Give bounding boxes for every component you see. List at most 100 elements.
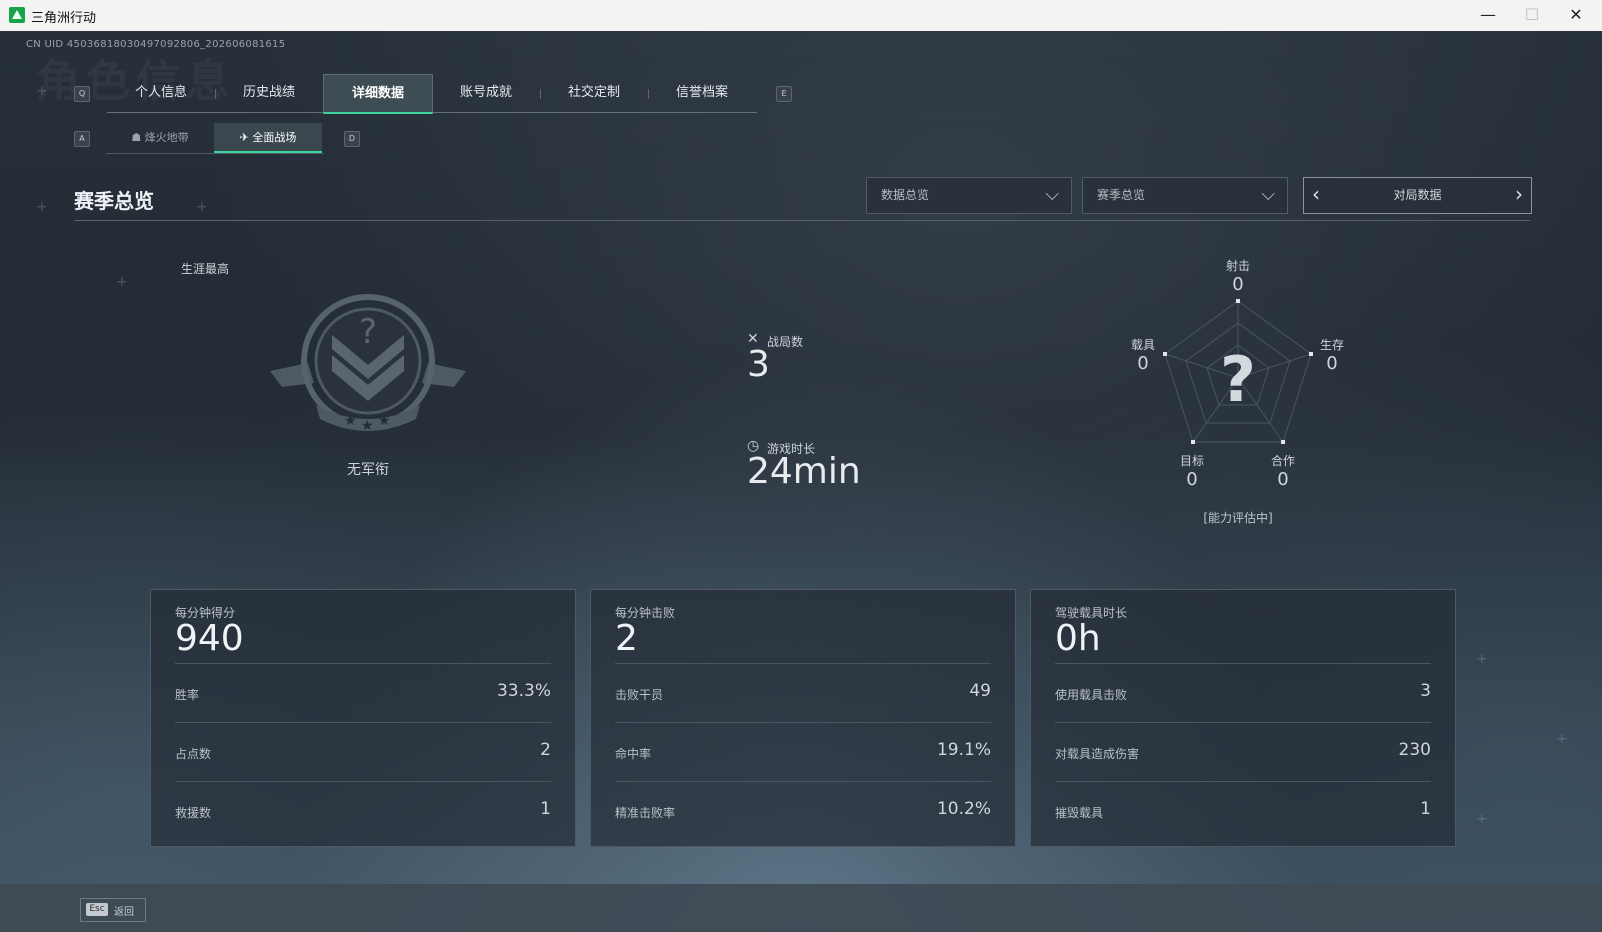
- radar-value-survival: 0: [1326, 353, 1338, 374]
- tab-credit-record[interactable]: 信誉档案: [648, 74, 756, 112]
- playtime-value: 24min: [747, 451, 861, 492]
- minimize-button[interactable]: —: [1474, 4, 1502, 26]
- uid-text: CN UID 4503681803049709​2806_20260608161…: [26, 39, 286, 50]
- chevron-down-icon: ⌵: [1045, 184, 1059, 205]
- card-head-value: 0h: [1055, 618, 1101, 659]
- stat-row: 摧毁载具 1: [1055, 781, 1431, 841]
- tab-personal-info[interactable]: 个人信息: [107, 74, 215, 112]
- tab-social[interactable]: 社交定制: [540, 74, 648, 112]
- svg-text:?: ?: [359, 312, 377, 352]
- card-head-value: 940: [175, 618, 244, 659]
- kills-stats-card: 每分钟击败 2 击败干员 49 命中率 19.1% 精准击败率 10.2%: [590, 589, 1016, 847]
- decor-plus-icon: +: [36, 199, 48, 215]
- footer-bar: Esc 返回: [0, 884, 1602, 932]
- stat-row-label: 摧毁载具: [1055, 806, 1104, 820]
- stat-row-label: 对载具造成伤害: [1055, 747, 1140, 761]
- radar-value-shooting: 0: [1232, 274, 1244, 295]
- stat-row: 胜率 33.3%: [175, 663, 551, 723]
- stat-row-label: 救援数: [175, 806, 212, 820]
- stat-row-value: 49: [969, 681, 991, 701]
- stat-row-value: 1: [1420, 799, 1431, 819]
- radar-label-vehicle: 载具: [1130, 338, 1155, 352]
- stat-row: 占点数 2: [175, 722, 551, 782]
- stat-row-value: 1: [540, 799, 551, 819]
- score-stats-card: 每分钟得分 940 胜率 33.3% 占点数 2 救援数 1: [150, 589, 576, 847]
- decor-plus-icon: +: [196, 199, 208, 215]
- radar-value-teamwork: 0: [1277, 469, 1289, 490]
- radar-value-objective: 0: [1186, 469, 1198, 490]
- stat-row: 对载具造成伤害 230: [1055, 722, 1431, 782]
- section-title: 赛季总览: [74, 189, 154, 213]
- radar-label-shooting: 射击: [1225, 259, 1250, 273]
- radar-center-mark: ?: [1220, 343, 1256, 416]
- rank-emblem-icon: ? ★ ★ ★: [268, 293, 468, 447]
- stat-row-label: 精准击败率: [615, 806, 676, 820]
- matches-label: 战局数: [767, 335, 804, 349]
- dropdown-label: 数据总览: [881, 188, 930, 202]
- match-data-pager: ‹ 对局数据 ›: [1303, 177, 1532, 214]
- game-window: 角色信息 CN UID 4503681803049709​2806_202606…: [0, 31, 1602, 932]
- stat-row-label: 击败干员: [615, 688, 664, 702]
- stat-row-value: 230: [1398, 740, 1431, 760]
- card-head-value: 2: [615, 618, 638, 659]
- stat-row-value: 19.1%: [936, 740, 991, 760]
- radar-value-vehicle: 0: [1137, 353, 1149, 374]
- tab-match-history[interactable]: 历史战绩: [215, 74, 323, 112]
- rank-name: 无军衔: [347, 462, 389, 478]
- radar-label-objective: 目标: [1179, 454, 1204, 468]
- stat-row: 精准击败率 10.2%: [615, 781, 991, 841]
- career-high-label: 生涯最高: [181, 262, 230, 276]
- vehicle-stats-card: 驾驶载具时长 0h 使用载具击败 3 对载具造成伤害 230 摧毁载具 1: [1030, 589, 1456, 847]
- subtab-next-key-hint[interactable]: D: [344, 131, 360, 147]
- stat-row: 使用载具击败 3: [1055, 663, 1431, 723]
- svg-text:★: ★: [344, 413, 357, 429]
- mode-subtabs: ☗ 烽火地带 ✈ 全面战场: [106, 123, 324, 154]
- section-divider: [74, 220, 1530, 221]
- tab-detailed-data[interactable]: 详细数据: [323, 74, 433, 114]
- decor-plus-icon: +: [1556, 731, 1568, 747]
- pager-label: 对局数据: [1393, 188, 1442, 202]
- stat-row-value: 33.3%: [496, 681, 551, 701]
- extraction-mode-icon: ☗: [131, 131, 145, 144]
- stat-row-label: 占点数: [175, 747, 212, 761]
- stat-row-value: 2: [540, 740, 551, 760]
- subtab-warfare[interactable]: ✈ 全面战场: [214, 123, 322, 153]
- subtab-extraction[interactable]: ☗ 烽火地带: [106, 123, 214, 153]
- subtab-warfare-label: 全面战场: [252, 131, 297, 144]
- subtab-prev-key-hint[interactable]: A: [74, 131, 90, 147]
- svg-text:★: ★: [361, 418, 374, 434]
- matches-value: 3: [747, 344, 770, 385]
- stat-row: 击败干员 49: [615, 663, 991, 723]
- tab-next-key-hint[interactable]: E: [776, 86, 792, 102]
- window-title: 三角洲行动: [31, 11, 97, 26]
- dropdown-label: 赛季总览: [1097, 188, 1146, 202]
- window-titlebar: 三角洲行动 — ☐ ✕: [0, 0, 1602, 32]
- decor-plus-icon: +: [116, 274, 128, 290]
- stat-row: 救援数 1: [175, 781, 551, 841]
- stat-row-label: 胜率: [175, 688, 200, 702]
- back-label: 返回: [114, 907, 134, 918]
- chevron-right-icon[interactable]: ›: [1515, 182, 1523, 206]
- subtab-extraction-label: 烽火地带: [144, 131, 189, 144]
- esc-key-hint: Esc: [86, 903, 108, 916]
- app-logo-icon: [9, 7, 25, 23]
- back-button[interactable]: Esc 返回: [80, 898, 146, 922]
- data-overview-dropdown[interactable]: 数据总览 ⌵: [866, 177, 1072, 214]
- radar-label-survival: 生存: [1319, 338, 1344, 352]
- ability-evaluating-status: [能力评估中]: [1203, 511, 1273, 525]
- decor-plus-icon: +: [1476, 651, 1488, 667]
- decor-plus-icon: +: [1476, 811, 1488, 827]
- maximize-button[interactable]: ☐: [1518, 4, 1546, 26]
- tab-achievements[interactable]: 账号成就: [432, 74, 540, 112]
- stat-row-label: 命中率: [615, 747, 652, 761]
- season-dropdown[interactable]: 赛季总览 ⌵: [1082, 177, 1288, 214]
- tab-prev-key-hint[interactable]: Q: [74, 86, 90, 102]
- stat-row-label: 使用载具击败: [1055, 688, 1128, 702]
- radar-label-teamwork: 合作: [1270, 454, 1295, 468]
- decor-plus-icon: +: [36, 83, 48, 99]
- close-button[interactable]: ✕: [1562, 4, 1590, 26]
- stat-row-value: 10.2%: [936, 799, 991, 819]
- stat-row-value: 3: [1420, 681, 1431, 701]
- stat-row: 命中率 19.1%: [615, 722, 991, 782]
- main-tabs: 个人信息 历史战绩 详细数据 账号成就 社交定制 信誉档案: [107, 74, 757, 114]
